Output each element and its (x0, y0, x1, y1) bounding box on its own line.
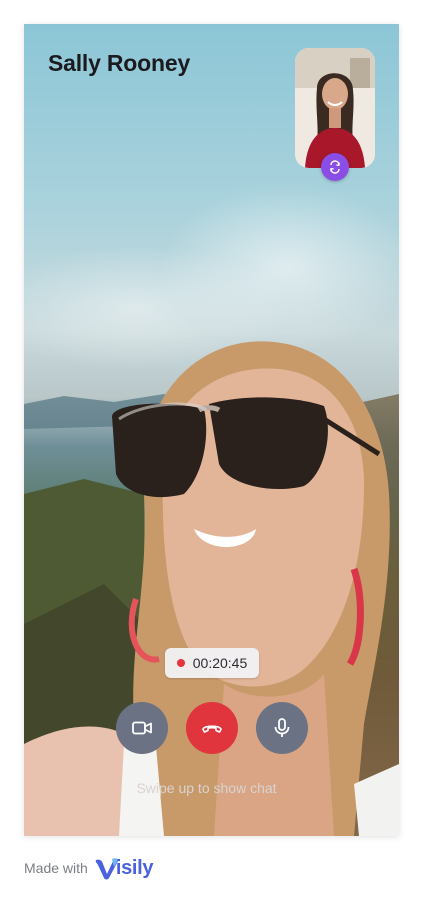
microphone-icon (274, 718, 290, 737)
made-with-label: Made with (24, 860, 88, 876)
visily-logo-text: isily (115, 856, 154, 879)
caller-name: Sally Rooney (48, 50, 191, 76)
end-call-button[interactable] (186, 702, 238, 754)
visily-logo: isily (94, 856, 154, 880)
swap-camera-icon (330, 160, 340, 174)
phone-hangup-icon (202, 725, 222, 733)
toggle-mic-button[interactable] (256, 702, 308, 754)
made-with-badge[interactable]: Made with isily (24, 856, 154, 880)
toggle-video-button[interactable] (116, 702, 168, 754)
call-screen: Sally Rooney 00:20:45 Swipe up to show c… (24, 24, 399, 836)
self-preview-image (295, 48, 375, 168)
video-camera-icon (132, 721, 152, 735)
self-preview[interactable] (295, 48, 375, 168)
swipe-up-hint: Swipe up to show chat (136, 780, 277, 796)
call-duration: 00:20:45 (192, 655, 248, 671)
call-timer: 00:20:45 (165, 648, 259, 678)
recording-dot (176, 659, 185, 667)
swap-camera-button[interactable] (321, 153, 349, 181)
